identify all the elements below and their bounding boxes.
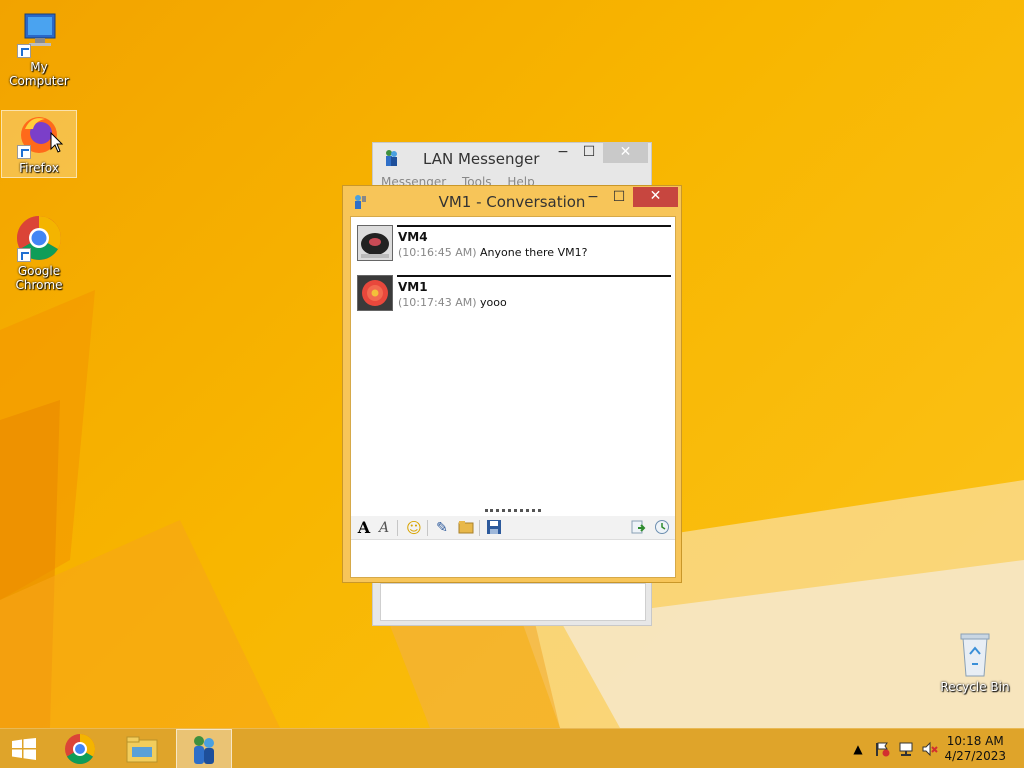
maximize-button[interactable]: ☐ [605, 188, 633, 208]
message-text: yooo [480, 296, 507, 309]
start-icon [12, 738, 36, 760]
shortcut-arrow-icon [17, 44, 31, 58]
conversation-body: VM4 (10:16:45 AM) Anyone there VM1? VM1 … [350, 216, 676, 578]
desktop-icon-google-chrome[interactable]: Google Chrome [1, 214, 77, 292]
formatting-toolbar: A A ☺ ✎ [351, 516, 675, 540]
message-sender: VM1 [398, 280, 428, 294]
message-history[interactable]: VM4 (10:16:45 AM) Anyone there VM1? VM1 … [351, 217, 675, 507]
recycle-bin-icon [951, 630, 999, 678]
lan-messenger-app-icon [386, 150, 397, 166]
minimize-button[interactable]: − [579, 188, 607, 208]
mouse-cursor-icon [50, 132, 64, 153]
maximize-button[interactable]: ☐ [575, 143, 603, 163]
desktop-icon-my-computer[interactable]: My Computer [1, 10, 77, 88]
toolbar-separator [397, 520, 398, 536]
shortcut-arrow-icon [17, 145, 31, 159]
attach-file-icon[interactable]: ✎ [433, 519, 451, 537]
splitter-handle[interactable] [485, 509, 541, 513]
computer-icon [15, 10, 63, 58]
message-sender: VM4 [398, 230, 428, 244]
message-item: VM4 (10:16:45 AM) Anyone there VM1? [357, 225, 671, 265]
desktop-icon-label: Firefox [19, 161, 59, 175]
volume-muted-icon[interactable] [922, 741, 938, 757]
avatar [357, 225, 393, 261]
close-button[interactable]: ✕ [603, 143, 648, 163]
save-icon[interactable] [485, 519, 503, 537]
system-clock[interactable]: 10:18 AM 4/27/2023 [944, 734, 1006, 764]
taskbar-chrome[interactable] [52, 729, 108, 768]
close-button[interactable]: ✕ [633, 187, 678, 207]
conversation-window[interactable]: VM1 - Conversation − ☐ ✕ VM4 (10:16:45 A… [342, 185, 682, 583]
clock-date: 4/27/2023 [944, 749, 1006, 763]
clock-time: 10:18 AM [946, 734, 1004, 748]
font-color-icon[interactable]: A [375, 519, 393, 537]
toolbar-separator [479, 520, 480, 536]
lan-messenger-titlebar[interactable]: LAN Messenger − ☐ ✕ [373, 143, 651, 173]
message-text: Anyone there VM1? [480, 246, 588, 259]
desktop-icon-label: My Computer [9, 60, 69, 88]
action-center-icon[interactable] [874, 741, 890, 757]
taskbar-lan-messenger[interactable] [176, 729, 232, 768]
lan-messenger-icon [194, 736, 214, 764]
conversation-titlebar[interactable]: VM1 - Conversation − ☐ ✕ [343, 186, 681, 216]
show-hidden-icon[interactable]: ▲ [850, 741, 866, 757]
message-divider [397, 275, 671, 277]
file-explorer-icon [126, 736, 158, 763]
message-time: (10:17:43 AM) [398, 296, 477, 309]
chrome-icon [65, 734, 96, 765]
desktop-icon-firefox[interactable]: Firefox [1, 110, 77, 178]
send-folder-icon[interactable] [457, 519, 475, 537]
chrome-icon [15, 214, 63, 262]
message-divider [397, 225, 671, 227]
start-button[interactable] [0, 729, 48, 768]
desktop-icon-label: Google Chrome [15, 264, 63, 292]
message-input[interactable] [351, 541, 675, 577]
desktop-icon-label: Recycle Bin [940, 680, 1010, 694]
network-icon[interactable] [898, 741, 914, 757]
desktop: My Computer Firefox Google Chrome Recycl… [0, 0, 1024, 728]
minimize-button[interactable]: − [549, 143, 577, 163]
history-icon[interactable] [653, 519, 671, 537]
taskbar-file-explorer[interactable] [114, 729, 170, 768]
message-meta: (10:17:43 AM) yooo [398, 296, 507, 309]
message-item: VM1 (10:17:43 AM) yooo [357, 275, 671, 315]
message-time: (10:16:45 AM) [398, 246, 477, 259]
taskbar: ▲ 10:18 AM 4/27/2023 [0, 728, 1024, 768]
broadcast-icon[interactable] [629, 519, 647, 537]
lan-messenger-panel [380, 583, 646, 621]
smiley-icon[interactable]: ☺ [405, 519, 423, 537]
desktop-icon-recycle-bin[interactable]: Recycle Bin [937, 630, 1013, 694]
avatar [357, 275, 393, 311]
toolbar-separator [427, 520, 428, 536]
shortcut-arrow-icon [17, 248, 31, 262]
message-meta: (10:16:45 AM) Anyone there VM1? [398, 246, 587, 259]
font-icon[interactable]: A [355, 519, 373, 537]
